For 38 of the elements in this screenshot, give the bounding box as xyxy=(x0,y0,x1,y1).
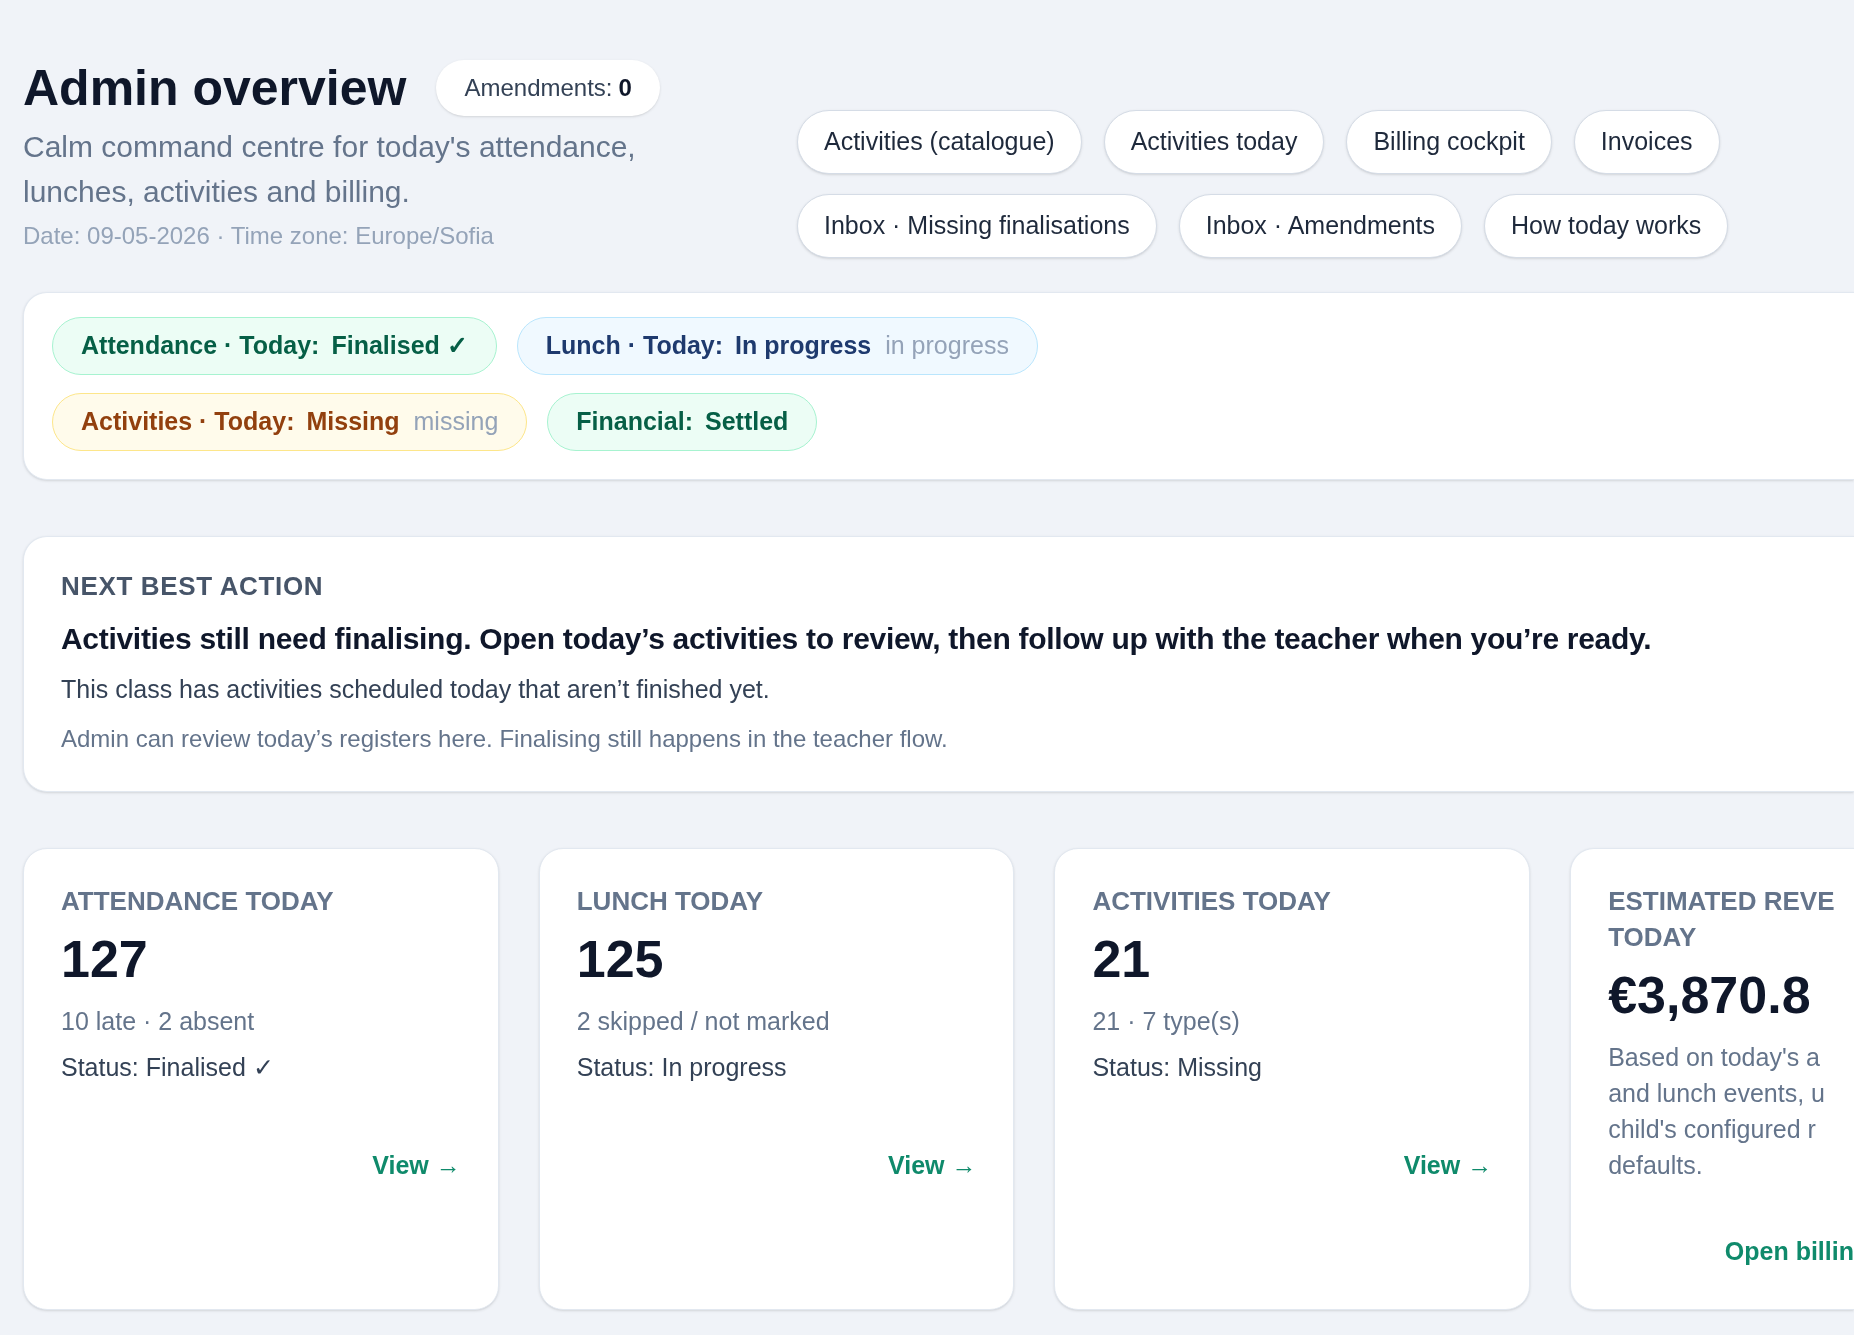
nav-link[interactable]: Activities (catalogue) xyxy=(797,110,1082,174)
nav-link[interactable]: Activities today xyxy=(1103,110,1325,174)
metric-title: ATTENDANCE TODAY xyxy=(61,884,335,918)
status-pill: Financial: Settled xyxy=(547,393,818,451)
nav-link[interactable]: How today works xyxy=(1484,194,1729,258)
status-pill: Lunch · Today: In progress in progress xyxy=(516,317,1038,375)
metric-value: €3,870.8 xyxy=(1608,964,1812,1026)
metric-title: LUNCH TODAY xyxy=(576,884,765,918)
metric-status: Status: Finalised ✓ xyxy=(61,1051,275,1083)
metric-link[interactable]: Open billin xyxy=(1724,1233,1854,1271)
action-detail: This class has activities scheduled today that aren’t finished yet. xyxy=(61,674,771,705)
status-pill: Activities · Today: Missing missing xyxy=(52,393,528,451)
metric-title: ACTIVITIES TODAY xyxy=(1092,884,1332,918)
nav-link[interactable]: Inbox · Amendments xyxy=(1178,194,1462,258)
page-title: Admin overview xyxy=(23,59,407,118)
metric-link[interactable]: View → xyxy=(887,1147,977,1185)
action-headline: Activities still need finalising. Open today’s activities to review, then follow up with the teacher when you’re ready. xyxy=(61,621,1653,657)
nav-link[interactable]: Invoices xyxy=(1573,110,1720,174)
metric-subtext: 21 · 7 type(s) xyxy=(1092,1005,1241,1037)
metric-link[interactable]: View → xyxy=(372,1147,461,1185)
metric-value: 125 xyxy=(576,928,665,990)
nav-link[interactable]: Inbox · Missing finalisations xyxy=(797,194,1157,258)
metric-subtext: Based on today's a and lunch events, u child's configured r defaults. xyxy=(1608,1041,1826,1181)
page-subtitle: Calm command centre for today's attendance, lunches, activities and billing. xyxy=(23,129,637,210)
metric-subtext: 10 late · 2 absent xyxy=(61,1005,256,1037)
metric-subtext: 2 skipped / not marked xyxy=(576,1005,831,1037)
date-timezone: Date: 09-05-2026 · Time zone: Europe/Sofia xyxy=(23,221,495,251)
metric-status: Status: In progress xyxy=(576,1051,788,1083)
metric-value: 127 xyxy=(61,928,149,990)
section-label: NEXT BEST ACTION xyxy=(61,570,325,603)
amendments-badge: Amendments: 0 xyxy=(436,60,660,116)
nav-link[interactable]: Billing cockpit xyxy=(1346,110,1552,174)
metric-title: ESTIMATED REVE TODAY xyxy=(1608,884,1836,954)
metric-value: 21 xyxy=(1092,928,1152,990)
metric-status: Status: Missing xyxy=(1092,1051,1263,1083)
status-pill: Attendance · Today: Finalised ✓ xyxy=(52,317,497,375)
action-note: Admin can review today’s registers here. Finalising still happens in the teacher flow. xyxy=(61,723,949,754)
metric-link[interactable]: View → xyxy=(1403,1147,1493,1185)
